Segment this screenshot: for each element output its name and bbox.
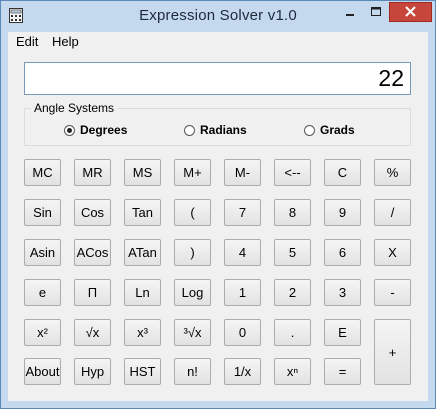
tan-button[interactable]: Tan [124,199,161,226]
add-button[interactable]: + [374,319,411,385]
close-paren-button[interactable]: ) [174,239,211,266]
m-plus-button[interactable]: M+ [174,159,211,186]
cbrt-button[interactable]: ³√x [174,319,211,346]
ms-button[interactable]: MS [124,159,161,186]
hyp-button[interactable]: Hyp [74,358,111,385]
maximize-button[interactable] [363,2,389,22]
hst-button[interactable]: HST [124,358,161,385]
pi-button[interactable]: Π [74,279,111,306]
minimize-button[interactable] [337,2,363,22]
atan-button[interactable]: ATan [124,239,161,266]
digit-9-button[interactable]: 9 [324,199,361,226]
close-icon [405,6,416,17]
menu-bar: Edit Help [8,32,428,52]
decimal-point-button[interactable]: . [274,319,311,346]
mr-button[interactable]: MR [74,159,111,186]
radio-unselected-icon [304,124,315,136]
multiply-button[interactable]: X [374,239,411,266]
acos-button[interactable]: ACos [74,239,111,266]
power-button[interactable]: xⁿ [274,358,311,385]
maximize-icon [371,7,381,16]
mc-button[interactable]: MC [24,159,61,186]
divide-button[interactable]: / [374,199,411,226]
digit-0-button[interactable]: 0 [224,319,261,346]
m-minus-button[interactable]: M- [224,159,261,186]
backspace-button[interactable]: <-- [274,159,311,186]
digit-4-button[interactable]: 4 [224,239,261,266]
asin-button[interactable]: Asin [24,239,61,266]
about-button[interactable]: About [24,358,61,385]
exponent-e-button[interactable]: E [324,319,361,346]
radio-grads[interactable]: Grads [304,122,355,138]
radio-radians[interactable]: Radians [184,122,247,138]
radio-degrees[interactable]: Degrees [64,122,127,138]
close-button[interactable] [389,2,432,22]
radio-selected-icon [64,124,75,136]
radio-label-radians: Radians [200,123,247,137]
digit-2-button[interactable]: 2 [274,279,311,306]
angle-systems-group: Angle Systems Degrees Radians Grads [24,101,411,146]
app-window: Expression Solver v1.0 Edit Help 22 Angl… [0,0,436,409]
ln-button[interactable]: Ln [124,279,161,306]
digit-7-button[interactable]: 7 [224,199,261,226]
minimize-icon [346,14,354,16]
sqrt-button[interactable]: √x [74,319,111,346]
display-value: 22 [378,65,404,91]
angle-systems-label: Angle Systems [31,101,118,115]
cos-button[interactable]: Cos [74,199,111,226]
cube-button[interactable]: x³ [124,319,161,346]
reciprocal-button[interactable]: 1/x [224,358,261,385]
log-button[interactable]: Log [174,279,211,306]
percent-button[interactable]: % [374,159,411,186]
square-button[interactable]: x² [24,319,61,346]
result-display[interactable]: 22 [24,62,411,95]
digit-5-button[interactable]: 5 [274,239,311,266]
clear-button[interactable]: C [324,159,361,186]
open-paren-button[interactable]: ( [174,199,211,226]
title-bar: Expression Solver v1.0 [1,1,435,31]
equals-button[interactable]: = [324,358,361,385]
menu-help[interactable]: Help [52,34,79,49]
subtract-button[interactable]: - [374,279,411,306]
calculator-panel: 22 Angle Systems Degrees Radians Grads M… [8,52,428,401]
digit-1-button[interactable]: 1 [224,279,261,306]
sin-button[interactable]: Sin [24,199,61,226]
digit-6-button[interactable]: 6 [324,239,361,266]
radio-label-degrees: Degrees [80,123,128,137]
radio-unselected-icon [184,124,195,136]
radio-label-grads: Grads [320,123,355,137]
menu-edit[interactable]: Edit [16,34,38,49]
factorial-button[interactable]: n! [174,358,211,385]
e-constant-button[interactable]: e [24,279,61,306]
digit-8-button[interactable]: 8 [274,199,311,226]
digit-3-button[interactable]: 3 [324,279,361,306]
